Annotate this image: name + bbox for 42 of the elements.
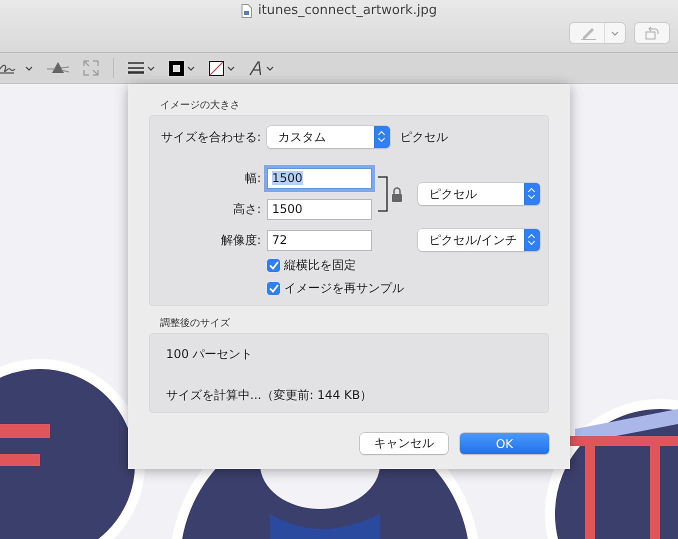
field-label: 高さ: (232, 200, 261, 218)
prism-icon (47, 61, 69, 75)
checkbox[interactable] (267, 259, 280, 272)
caret-icon (187, 66, 195, 70)
no-fill-icon (209, 60, 224, 76)
border-color-tool[interactable] (169, 60, 195, 76)
size-note: サイズを計算中...（変更前: 144 KB） (166, 387, 374, 404)
caret-icon (227, 66, 235, 70)
input-field[interactable]: 72 (267, 230, 372, 250)
rotate-button[interactable] (634, 22, 670, 44)
pen-icon (580, 26, 598, 40)
caret-icon (266, 66, 274, 70)
line-style-tool[interactable] (128, 62, 155, 74)
checkbox-label[interactable]: イメージを再サンプル (284, 280, 404, 297)
fill-color-tool[interactable] (209, 60, 235, 76)
rotate-icon (644, 25, 660, 41)
checkbox[interactable] (267, 282, 280, 295)
checkbox-label[interactable]: 縦横比を固定 (284, 257, 356, 274)
section-heading: イメージの大きさ (159, 98, 241, 112)
lines-icon (128, 62, 144, 74)
unit-popup[interactable]: ピクセル (418, 182, 540, 204)
caret-icon (25, 66, 33, 70)
document-icon (241, 4, 252, 18)
caret-icon (147, 66, 155, 70)
square-outline-icon (169, 60, 184, 76)
caret-icon (611, 30, 619, 36)
dialog-button[interactable]: キャンセル (360, 433, 448, 454)
text-style-tool[interactable] (249, 60, 274, 76)
field-label: 幅: (244, 170, 261, 186)
section-heading: 調整後のサイズ (159, 316, 231, 330)
unit-label: ピクセル (400, 128, 448, 146)
dialog-button[interactable]: OK (460, 433, 549, 454)
adjust-color-tool[interactable] (47, 61, 69, 75)
resolution-unit-popup[interactable]: ピクセル/インチ (418, 229, 540, 251)
input-field[interactable]: 1500 (267, 198, 372, 220)
field-label: 解像度: (220, 232, 261, 248)
percent-text: 100 パーセント (166, 346, 254, 363)
field-label: サイズを合わせる: (160, 128, 261, 146)
resize-icon (83, 60, 99, 76)
window-title: itunes_connect_artwork.jpg (258, 3, 437, 18)
font-icon (249, 60, 263, 76)
fit-popup[interactable]: カスタム (267, 126, 390, 148)
